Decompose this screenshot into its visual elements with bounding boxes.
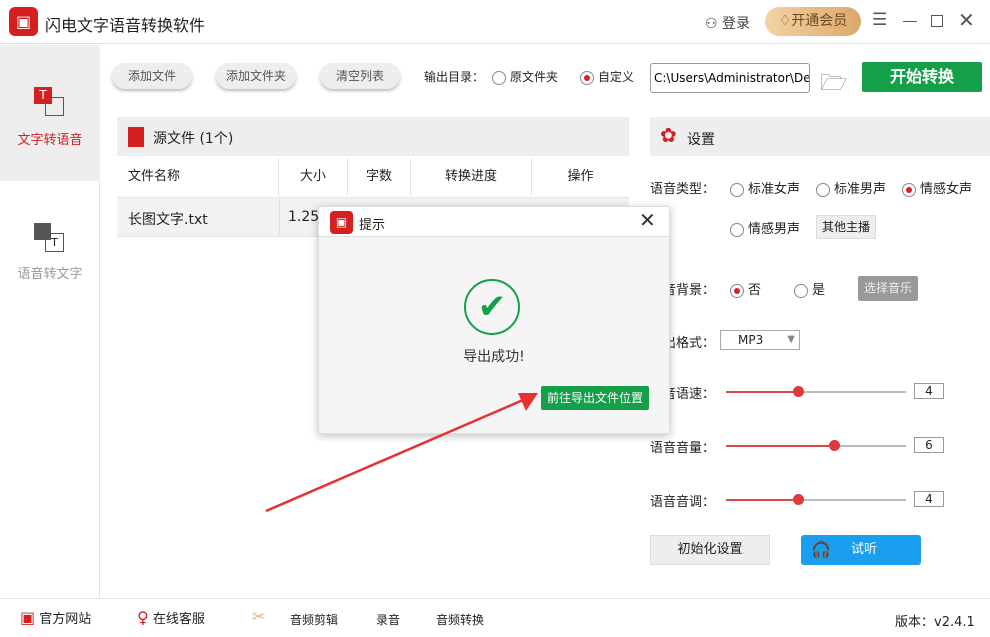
person-icon: ♀ [137,608,149,627]
dialog-title: 提示 [359,218,386,233]
col-header-actions: 操作 [567,169,594,184]
start-convert-button[interactable]: 开始转换 [862,62,982,92]
annotation-arrow [265,393,538,513]
radio-source-folder[interactable]: 原文件夹 [492,68,558,85]
pitch-value[interactable]: 4 [914,491,944,507]
clear-list-button[interactable]: 清空列表 [320,63,400,89]
vip-button[interactable]: ♢开通会员 [765,7,861,36]
file-name: 长图文字.txt [128,212,208,228]
speed-slider-fill [726,391,798,393]
menu-icon[interactable]: ☰ [872,10,887,30]
pitch-slider-handle[interactable] [793,494,804,505]
pitch-slider[interactable] [726,494,906,505]
wave-icon [45,97,64,116]
dialog-message: 导出成功! [463,349,525,365]
radio-bg-no[interactable]: 否 [730,279,761,298]
footer: ▣ 官方网站 ♀ 在线客服 ✂ 音频剪辑 录音 音频转换 版本：v2.4.1 [0,598,990,637]
login-button[interactable]: ⚇ 登录 [705,13,750,33]
volume-label: 语音音量： [650,441,716,456]
voice-type-label: 语音类型： [650,182,716,197]
listen-button[interactable]: 🎧 试听 [801,535,921,565]
add-folder-button[interactable]: 添加文件夹 [216,63,296,89]
dialog-logo: ▣ [330,211,353,234]
success-check-icon: ✔ [464,279,520,335]
dialog-close-icon[interactable]: ✕ [639,208,656,232]
col-header-name: 文件名称 [117,158,279,196]
audio-edit-link[interactable]: 音频剪辑 [290,611,338,628]
add-file-button[interactable]: 添加文件 [112,63,192,89]
speed-slider[interactable] [726,386,906,397]
version-label: 版本：v2.4.1 [895,615,975,630]
radio-voice-emotional-female[interactable]: 情感女声 [902,178,972,197]
app-title: 闪电文字语音转换软件 [45,16,206,35]
close-icon[interactable]: ✕ [958,8,975,32]
reset-settings-button[interactable]: 初始化设置 [650,535,770,565]
dialog-title-bar: ▣ 提示 ✕ [319,207,669,237]
file-size: 1.25 [279,198,319,236]
radio-voice-standard-female[interactable]: 标准女声 [730,178,800,197]
document-icon [128,127,144,147]
settings-title: 设置 [687,132,715,148]
settings-header: ✿ 设置 [650,117,990,156]
radio-voice-standard-male[interactable]: 标准男声 [816,178,886,197]
user-icon: ⚇ [705,16,718,32]
file-panel-header: 源文件 (1个) [117,117,629,156]
minimize-icon[interactable] [903,21,917,22]
speed-slider-handle[interactable] [793,386,804,397]
volume-value[interactable]: 6 [914,437,944,453]
volume-slider-fill [726,445,834,447]
file-panel-title: 源文件 (1个) [153,131,234,147]
app-logo: ▣ [9,7,38,36]
sidebar: T 文字转语音 T 语音转文字 [0,45,100,598]
audio-edit-icon: ✂ [252,607,266,626]
monitor-icon: ▣ [20,608,36,627]
output-dir-label: 输出目录： [424,70,485,84]
radio-bg-yes[interactable]: 是 [794,279,825,298]
sidebar-item-speech-to-text[interactable]: T 语音转文字 [0,205,100,295]
choose-music-button[interactable]: 选择音乐 [858,276,918,301]
open-export-location-button[interactable]: 前往导出文件位置 [541,386,649,410]
pitch-slider-fill [726,499,798,501]
chevron-down-icon: ▼ [787,334,795,345]
website-link[interactable]: ▣ 官方网站 [20,608,91,627]
maximize-icon[interactable] [931,15,943,27]
volume-slider[interactable] [726,440,906,451]
volume-slider-handle[interactable] [829,440,840,451]
sidebar-item-text-to-speech[interactable]: T 文字转语音 [0,45,100,181]
sidebar-item-label: 语音转文字 [17,267,83,282]
col-header-progress: 转换进度 [411,158,532,196]
output-path-input[interactable] [650,63,810,93]
service-link[interactable]: ♀ 在线客服 [137,608,205,627]
t-icon: T [45,233,64,252]
speed-value[interactable]: 4 [914,383,944,399]
other-anchor-button[interactable]: 其他主播 [816,215,876,239]
headphones-icon: 🎧 [811,540,831,559]
radio-voice-emotional-male[interactable]: 情感男声 [730,218,800,237]
folder-open-icon[interactable]: 🗁 [820,66,847,104]
col-header-words: 字数 [348,158,411,196]
title-bar: ▣ 闪电文字语音转换软件 ⚇ 登录 ♢开通会员 ☰ ✕ [0,0,990,44]
format-select[interactable]: MP3 ▼ [720,330,800,350]
gear-icon: ✿ [660,123,677,147]
sidebar-item-label: 文字转语音 [17,133,83,148]
audio-convert-link[interactable]: 音频转换 [436,611,484,628]
diamond-icon: ♢ [778,13,792,29]
record-link[interactable]: 录音 [376,611,400,628]
pitch-label: 语音音调： [650,495,716,510]
col-header-size: 大小 [279,158,348,196]
radio-custom[interactable]: 自定义 [580,68,634,85]
